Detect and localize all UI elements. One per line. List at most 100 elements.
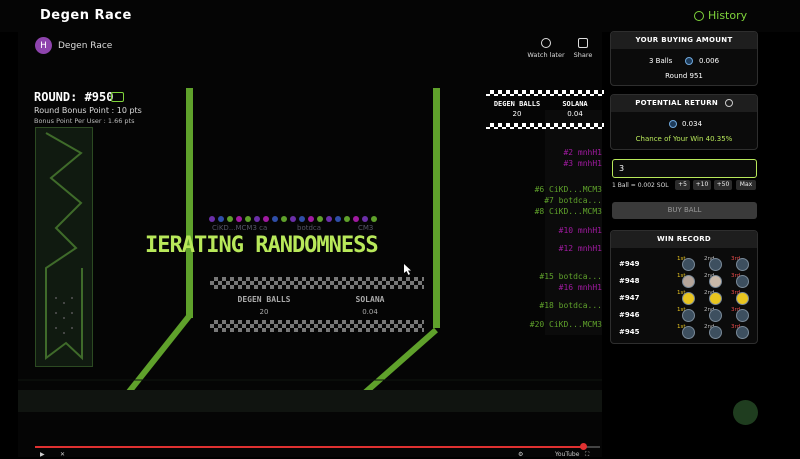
share-label: Share <box>573 51 593 59</box>
ball <box>326 216 332 222</box>
ball <box>290 216 296 222</box>
win-record-row[interactable]: #946 1st 2nd 3rd <box>611 307 757 324</box>
add-50-button[interactable]: +50 <box>714 180 732 190</box>
win-record-panel: WIN RECORD #949 1st 2nd 3rd #948 1st 2nd 3rd #94… <box>610 230 758 344</box>
ball <box>254 216 260 222</box>
info-icon[interactable] <box>724 99 733 107</box>
winner-avatar[interactable] <box>736 275 749 288</box>
buying-balls: 3 Balls <box>649 57 673 65</box>
ball <box>245 216 251 222</box>
ball <box>299 216 305 222</box>
potential-amount: 0.034 <box>682 120 703 128</box>
winner-avatar[interactable] <box>736 309 749 322</box>
checker-strip-top <box>486 90 604 96</box>
winner-avatar[interactable] <box>682 275 695 288</box>
center-checker-top <box>210 277 424 289</box>
channel-name[interactable]: Degen Race <box>58 41 112 51</box>
winner-avatar[interactable] <box>736 326 749 339</box>
ball <box>218 216 224 222</box>
ranking-item: #18 botdca... <box>539 301 602 310</box>
winner-avatar[interactable] <box>709 258 722 271</box>
winner-avatar[interactable] <box>682 309 695 322</box>
progress-handle[interactable] <box>580 443 588 450</box>
win-record-row[interactable]: #948 1st 2nd 3rd <box>611 273 757 290</box>
watch-later-label: Watch later <box>527 51 565 59</box>
center-balls-value: 20 <box>259 308 269 316</box>
ball <box>236 216 242 222</box>
ball <box>227 216 233 222</box>
win-record-row[interactable]: #945 1st 2nd 3rd <box>611 324 757 341</box>
ball <box>317 216 323 222</box>
bonus-per-user: Bonus Point Per User : 1.66 pts <box>34 117 135 125</box>
ball <box>281 216 287 222</box>
ball <box>344 216 350 222</box>
round-label: ROUND: #950 <box>34 90 114 104</box>
ball <box>272 216 278 222</box>
overlap-name-1: CiKD...MCM3 ca <box>212 224 268 232</box>
winner-avatar[interactable] <box>709 326 722 339</box>
ball-price: 1 Ball = 0.002 SOL <box>612 182 669 189</box>
potential-return-panel: POTENTIAL RETURN 0.034 Chance of Your Wi… <box>610 94 758 150</box>
ball <box>371 216 377 222</box>
channel-avatar[interactable]: H <box>35 37 52 54</box>
track-wall-right <box>433 88 440 328</box>
buying-amount: 0.006 <box>699 57 720 65</box>
ranking-item: #20 CiKD...MCM3 <box>529 320 602 329</box>
ranking-item: #2 mnhH1 <box>563 148 602 157</box>
history-button[interactable]: History <box>694 9 747 22</box>
winner-avatar[interactable] <box>736 258 749 271</box>
add-10-button[interactable]: +10 <box>693 180 711 190</box>
round-bonus: Round Bonus Point : 10 pts <box>34 106 142 115</box>
ball <box>335 216 341 222</box>
minimap-track <box>35 127 93 367</box>
winner-avatar[interactable] <box>709 275 722 288</box>
winner-avatar[interactable] <box>709 292 722 305</box>
solana-value: 0.04 <box>567 110 583 118</box>
checker-strip-bottom <box>486 123 604 129</box>
potential-return-label: POTENTIAL RETURN <box>635 99 719 107</box>
winner-avatar[interactable] <box>682 292 695 305</box>
ranking-item: #6 CiKD...MCM3 <box>534 185 602 194</box>
winner-avatar[interactable] <box>709 309 722 322</box>
solana-heading: SOLANA <box>562 100 588 108</box>
buy-ball-button[interactable]: BUY BALL <box>612 202 757 219</box>
track-wall-left <box>186 88 193 318</box>
win-round-number: #948 <box>619 277 640 285</box>
win-record-row[interactable]: #947 1st 2nd 3rd <box>611 290 757 307</box>
fullscreen-icon[interactable]: ⛶ <box>585 451 589 459</box>
history-label: History <box>708 9 748 22</box>
win-round-number: #947 <box>619 294 640 302</box>
center-solana-value: 0.04 <box>362 308 378 316</box>
watch-later-button[interactable]: Watch later <box>526 38 566 59</box>
overlap-name-2: botdca <box>297 224 322 232</box>
ranking-item: #8 CiKD...MCM3 <box>534 207 602 216</box>
potential-return-title: POTENTIAL RETURN <box>611 95 757 112</box>
ball-quantity-input[interactable]: 3 <box>612 159 757 178</box>
ranking-item: #10 mnhH1 <box>558 226 602 235</box>
share-button[interactable]: Share <box>563 38 603 59</box>
video-icon <box>111 92 124 102</box>
center-checker-bottom <box>210 320 424 332</box>
add-5-button[interactable]: +5 <box>675 180 690 190</box>
center-balls-heading: DEGEN BALLS <box>237 295 291 304</box>
clock-icon <box>694 10 704 21</box>
progress-bar[interactable] <box>35 446 584 448</box>
ranking-item: #12 mnhH1 <box>558 244 602 253</box>
win-chance: Chance of Your Win 40.35% <box>611 135 757 143</box>
ball <box>308 216 314 222</box>
ball <box>209 216 215 222</box>
win-chance-label: Chance of Your Win <box>635 135 704 143</box>
app-title: Degen Race <box>40 8 132 23</box>
buying-amount-title: YOUR BUYING AMOUNT <box>611 32 757 49</box>
ball <box>263 216 269 222</box>
center-solana-heading: SOLANA <box>355 295 385 304</box>
share-icon <box>578 38 588 48</box>
max-button[interactable]: Max <box>736 180 756 190</box>
winner-avatar[interactable] <box>736 292 749 305</box>
win-round-number: #946 <box>619 311 640 319</box>
win-round-number: #945 <box>619 328 640 336</box>
winner-avatar[interactable] <box>682 326 695 339</box>
win-record-row[interactable]: #949 1st 2nd 3rd <box>611 256 757 273</box>
winner-avatar[interactable] <box>682 258 695 271</box>
minimap-path <box>45 132 83 361</box>
